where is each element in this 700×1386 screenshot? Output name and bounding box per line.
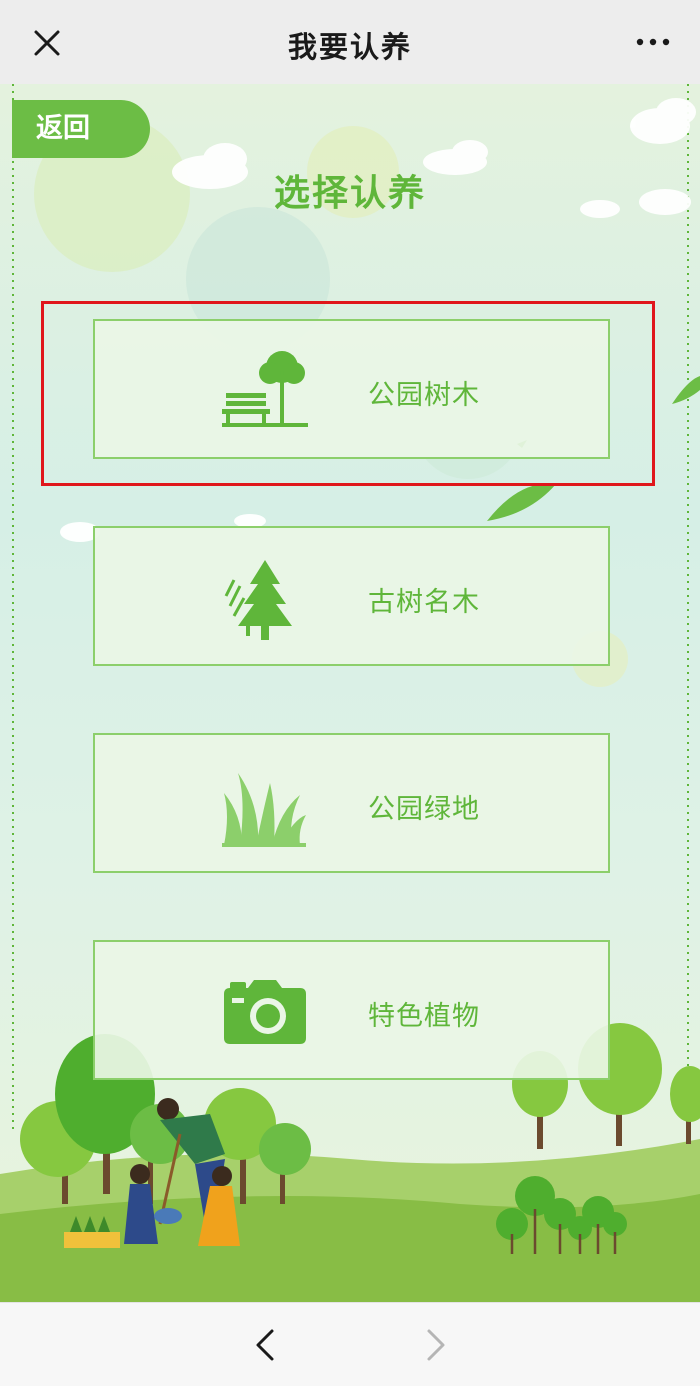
option-label: 古树名木 (368, 587, 480, 618)
page-heading: 选择认养 (273, 173, 426, 214)
park-tree-bench-icon (222, 351, 308, 427)
option-label: 公园绿地 (368, 794, 480, 825)
option-park-green[interactable]: 公园绿地 (93, 733, 610, 873)
grass-icon (222, 773, 306, 847)
option-ancient-trees[interactable]: 古树名木 (93, 526, 610, 666)
page-title: 我要认养 (287, 30, 412, 64)
more-icon[interactable] (636, 32, 670, 52)
camera-icon (224, 980, 306, 1044)
title-bar: 我要认养 (0, 0, 700, 84)
ancient-pine-icon (224, 560, 292, 640)
option-park-trees[interactable]: 公园树木 (93, 319, 610, 459)
chevron-left-icon[interactable] (252, 1327, 278, 1363)
background-illustration (0, 84, 700, 1302)
option-label: 特色植物 (368, 1001, 480, 1032)
bottom-nav (0, 1302, 700, 1386)
chevron-right-icon[interactable] (423, 1327, 449, 1363)
option-featured-plants[interactable]: 特色植物 (93, 940, 610, 1080)
option-label: 公园树木 (368, 380, 480, 411)
back-button[interactable]: 返回 (12, 100, 150, 158)
main-content: 返回 选择认养 公园树木 古树名木 公园绿地 特色植物 (0, 84, 700, 1302)
